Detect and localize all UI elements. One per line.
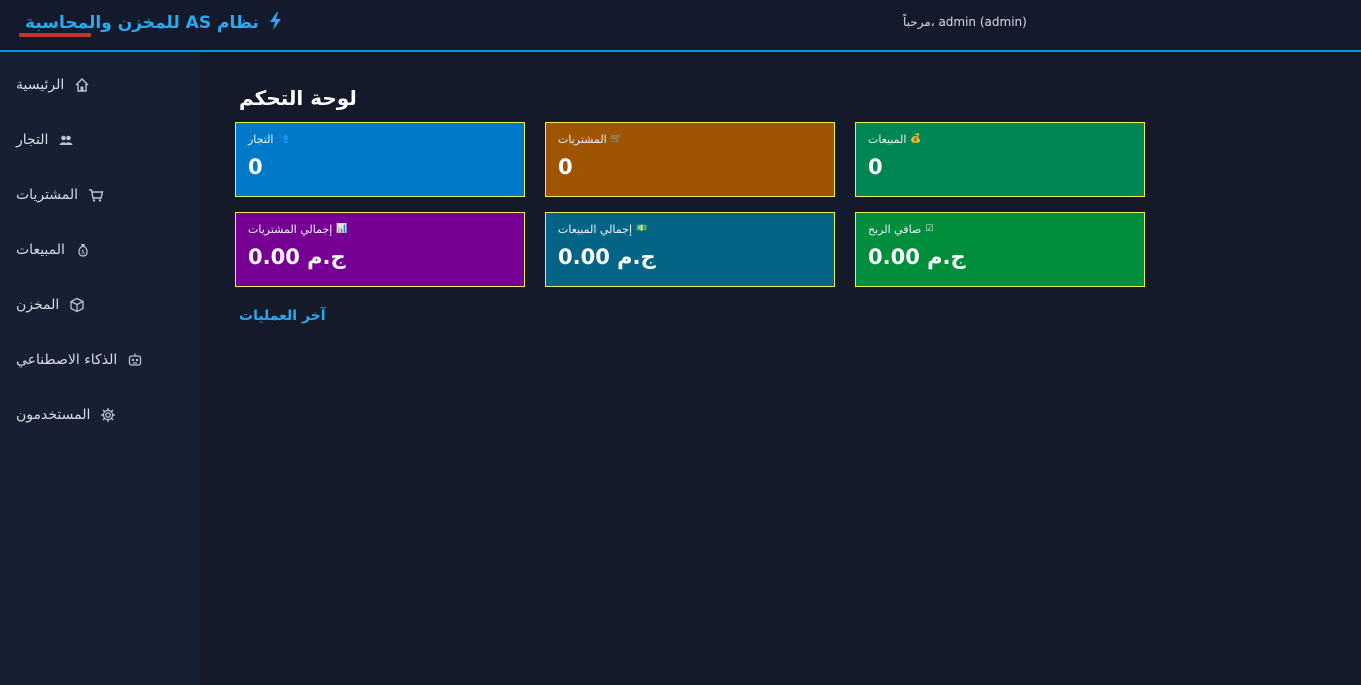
home-icon — [74, 77, 90, 93]
sidebar-item-home[interactable]: الرئيسية — [16, 73, 90, 97]
sidebar-item-warehouse[interactable]: المخزن — [16, 293, 85, 317]
card-purchases[interactable]: المشتريات 🛒 0 — [545, 122, 835, 197]
recent-operations-link[interactable]: آخر العمليات — [239, 308, 326, 324]
sidebar-item-label: المستخدمون — [16, 407, 91, 423]
brand-underline — [19, 33, 91, 37]
chart-icon: 📊 — [336, 224, 348, 234]
card-label: المشتريات — [558, 132, 607, 146]
box-icon — [69, 297, 85, 313]
check-icon: ☑ — [925, 224, 934, 234]
cart-icon: 🛒 — [610, 134, 622, 144]
card-total-purchases[interactable]: إجمالي المشتريات 📊 0.00 ج.م — [235, 212, 525, 287]
card-value: 0.00 ج.م — [868, 245, 966, 269]
card-label: التجار — [248, 132, 274, 146]
users-icon — [58, 132, 74, 148]
page-title: لوحة التحكم — [239, 86, 357, 110]
sidebar-item-label: المشتريات — [16, 187, 79, 203]
card-label: المبيعات — [868, 132, 907, 146]
money-bag-icon: 💰 — [910, 134, 922, 144]
robot-icon — [127, 352, 143, 368]
gear-icon — [100, 407, 116, 423]
app-title[interactable]: نظام AS للمخزن والمحاسبة — [25, 13, 259, 33]
cart-icon — [88, 187, 104, 203]
card-total-sales[interactable]: إجمالي المبيعات 💵 0.00 ج.م — [545, 212, 835, 287]
brand[interactable]: نظام AS للمخزن والمحاسبة — [19, 12, 282, 37]
sidebar-item-label: المبيعات — [16, 242, 65, 258]
sidebar-item-label: الرئيسية — [16, 77, 65, 93]
sidebar-item-merchants[interactable]: التجار — [16, 128, 74, 152]
bolt-icon — [269, 12, 282, 34]
users-icon: 👥 — [277, 134, 289, 144]
sidebar-item-label: الذكاء الاصطناعي — [16, 352, 118, 368]
money-bag-icon: $ — [75, 242, 91, 258]
card-label: إجمالي المبيعات — [558, 222, 633, 236]
card-label: إجمالي المشتريات — [248, 222, 333, 236]
sidebar-item-ai[interactable]: الذكاء الاصطناعي — [16, 348, 143, 372]
card-label: صافي الربح — [868, 222, 922, 236]
card-net-profit[interactable]: صافي الربح ☑ 0.00 ج.م — [855, 212, 1145, 287]
card-value: 0 — [558, 155, 573, 179]
sidebar-item-label: المخزن — [16, 297, 60, 313]
card-value: 0.00 ج.م — [558, 245, 656, 269]
card-value: 0 — [248, 155, 263, 179]
sidebar-item-sales[interactable]: المبيعات $ — [16, 238, 91, 262]
card-value: 0.00 ج.م — [248, 245, 346, 269]
cash-icon: 💵 — [636, 224, 648, 234]
sidebar-item-label: التجار — [16, 132, 49, 148]
card-value: 0 — [868, 155, 883, 179]
card-sales[interactable]: المبيعات 💰 0 — [855, 122, 1145, 197]
svg-text:$: $ — [81, 249, 85, 256]
card-merchants[interactable]: التجار 👥 0 — [235, 122, 525, 197]
sidebar: الرئيسية التجار المشتريات المبيعات $ الم… — [0, 52, 200, 685]
sidebar-item-users[interactable]: المستخدمون — [16, 403, 116, 427]
top-header: نظام AS للمخزن والمحاسبة مرحباً، admin (… — [0, 0, 1361, 52]
sidebar-item-purchases[interactable]: المشتريات — [16, 183, 104, 207]
welcome-text: مرحباً، admin (admin) — [903, 15, 1027, 29]
